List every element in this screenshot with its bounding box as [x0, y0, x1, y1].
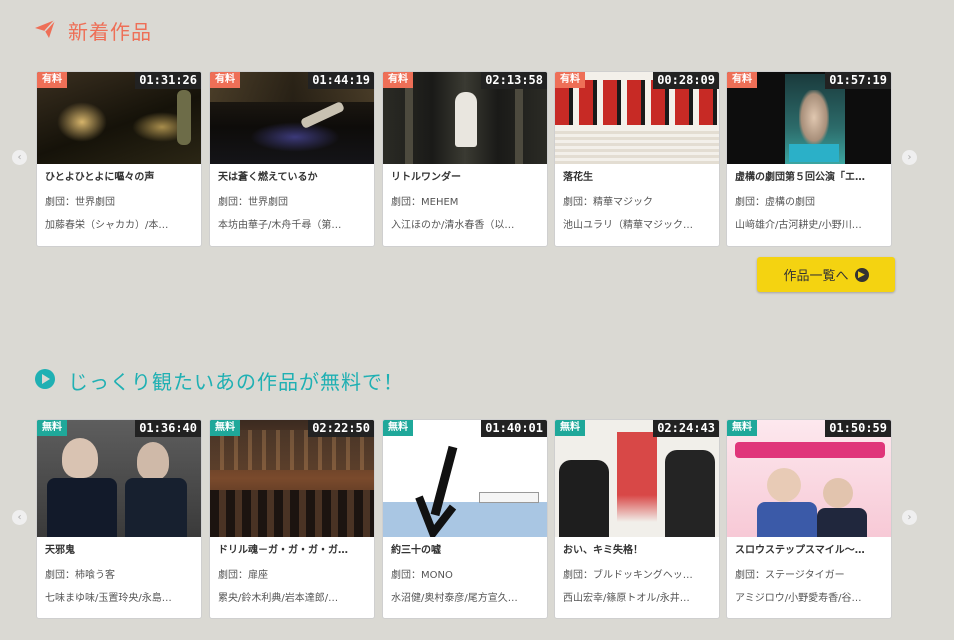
work-cast: 累央/鈴木利典/岩本達郎/… [218, 593, 339, 604]
work-title[interactable]: 虚構の劇団第５回公演「エ… [735, 170, 883, 186]
chevron-left-icon[interactable]: ‹ [12, 150, 27, 165]
work-cast: 西山宏幸/篠原トオル/永井… [563, 593, 690, 604]
section-header-free: じっくり観たいあの作品が無料で！ [34, 366, 404, 395]
duration-label: 01:40:01 [481, 420, 547, 437]
duration-label: 02:22:50 [308, 420, 374, 437]
price-badge: 無料 [210, 420, 240, 436]
work-cast: 本坊由華子/木舟千尋（第… [218, 220, 342, 231]
work-title[interactable]: リトルワンダー [391, 170, 539, 186]
duration-label: 01:36:40 [135, 420, 201, 437]
work-card[interactable]: 有料 01:44:19 天は蒼く燃えているか 劇団：世界劇団 本坊由華子/木舟千… [209, 71, 375, 247]
work-troupe: 劇団：世界劇団 [45, 197, 115, 208]
chevron-left-icon[interactable]: ‹ [12, 510, 27, 525]
price-badge: 有料 [37, 72, 67, 88]
work-troupe: 劇団：ステージタイガー [735, 570, 845, 581]
work-cast: 入江ほのか/清水春香（以… [391, 220, 515, 231]
work-thumbnail[interactable]: 有料 01:31:26 [37, 72, 201, 164]
duration-label: 01:50:59 [825, 420, 891, 437]
work-troupe: 劇団：柿喰う客 [45, 570, 115, 581]
work-title[interactable]: スロウステップスマイル～… [735, 543, 883, 559]
work-card[interactable]: 無料 01:36:40 天邪鬼 劇団：柿喰う客 七味まゆ味/玉置玲央/永島… [36, 419, 202, 619]
work-cast: 加藤春栄（シャカカ）/本… [45, 220, 169, 231]
price-badge: 有料 [727, 72, 757, 88]
work-cast: 池山ユラリ（精華マジック… [563, 220, 693, 231]
price-badge: 無料 [555, 420, 585, 436]
work-troupe: 劇団：精華マジック [563, 197, 653, 208]
work-card[interactable]: 有料 01:31:26 ひとよひとよに嘔々の声 劇団：世界劇団 加藤春栄（シャカ… [36, 71, 202, 247]
duration-label: 01:31:26 [135, 72, 201, 89]
work-title[interactable]: 約三十の嘘 [391, 543, 539, 559]
duration-label: 01:44:19 [308, 72, 374, 89]
work-cast: 山﨑雄介/古河耕史/小野川… [735, 220, 862, 231]
section-title-new: 新着作品 [68, 20, 152, 44]
chevron-right-icon[interactable]: › [902, 150, 917, 165]
work-troupe: 劇団：ブルドッキングヘッ… [563, 570, 693, 581]
section-title-free: じっくり観たいあの作品が無料で！ [68, 370, 404, 394]
work-title[interactable]: 落花生 [563, 170, 711, 186]
work-cast: 七味まゆ味/玉置玲央/永島… [45, 593, 172, 604]
work-cast: アミジロウ/小野愛寿香/谷… [735, 593, 862, 604]
work-troupe: 劇団：MEHEM [391, 197, 459, 208]
work-troupe: 劇団：虚構の劇団 [735, 197, 815, 208]
price-badge: 無料 [37, 420, 67, 436]
work-troupe: 劇団：MONO [391, 570, 453, 581]
paper-plane-icon [34, 18, 56, 43]
work-card[interactable]: 無料 01:40:01 約三十の嘘 劇団：MONO 水沼健/奥村泰彦/尾方宣久… [382, 419, 548, 619]
duration-label: 01:57:19 [825, 72, 891, 89]
duration-label: 02:13:58 [481, 72, 547, 89]
work-card[interactable]: 有料 00:28:09 落花生 劇団：精華マジック 池山ユラリ（精華マジック… [554, 71, 720, 247]
duration-label: 02:24:43 [653, 420, 719, 437]
price-badge: 有料 [383, 72, 413, 88]
work-card[interactable]: 無料 01:50:59 スロウステップスマイル～… 劇団：ステージタイガー アミ… [726, 419, 892, 619]
free-works-carousel: 無料 01:36:40 天邪鬼 劇団：柿喰う客 七味まゆ味/玉置玲央/永島… 無… [36, 419, 894, 619]
duration-label: 00:28:09 [653, 72, 719, 89]
work-thumbnail[interactable]: 有料 01:44:19 [210, 72, 374, 164]
work-list-label: 作品一覧へ [783, 269, 849, 284]
work-thumbnail[interactable]: 無料 02:22:50 [210, 420, 374, 537]
work-card[interactable]: 無料 02:24:43 おい、キミ失格！ 劇団：ブルドッキングヘッ… 西山宏幸/… [554, 419, 720, 619]
work-title[interactable]: ドリル魂－ガ・ガ・ガ・ガ… [218, 543, 366, 559]
work-thumbnail[interactable]: 有料 01:57:19 [727, 72, 891, 164]
work-thumbnail[interactable]: 無料 02:24:43 [555, 420, 719, 537]
price-badge: 有料 [210, 72, 240, 88]
chevron-right-icon[interactable]: › [902, 510, 917, 525]
work-troupe: 劇団：扉座 [218, 570, 268, 581]
work-cast: 水沼健/奥村泰彦/尾方宣久… [391, 593, 518, 604]
work-card[interactable]: 有料 01:57:19 虚構の劇団第５回公演「エ… 劇団：虚構の劇団 山﨑雄介/… [726, 71, 892, 247]
new-works-carousel: 有料 01:31:26 ひとよひとよに嘔々の声 劇団：世界劇団 加藤春栄（シャカ… [36, 71, 894, 247]
work-thumbnail[interactable]: 有料 00:28:09 [555, 72, 719, 164]
work-thumbnail[interactable]: 無料 01:40:01 [383, 420, 547, 537]
price-badge: 無料 [727, 420, 757, 436]
work-title[interactable]: 天邪鬼 [45, 543, 193, 559]
work-card[interactable]: 無料 02:22:50 ドリル魂－ガ・ガ・ガ・ガ… 劇団：扉座 累央/鈴木利典/… [209, 419, 375, 619]
work-thumbnail[interactable]: 有料 02:13:58 [383, 72, 547, 164]
price-badge: 有料 [555, 72, 585, 88]
work-troupe: 劇団：世界劇団 [218, 197, 288, 208]
work-card[interactable]: 有料 02:13:58 リトルワンダー 劇団：MEHEM 入江ほのか/清水春香（… [382, 71, 548, 247]
play-circle-icon [34, 368, 56, 394]
work-thumbnail[interactable]: 無料 01:36:40 [37, 420, 201, 537]
price-badge: 無料 [383, 420, 413, 436]
work-title[interactable]: おい、キミ失格！ [563, 543, 711, 559]
work-title[interactable]: ひとよひとよに嘔々の声 [45, 170, 193, 186]
arrow-right-circle-icon: ▶ [854, 267, 869, 282]
section-header-new: 新着作品 [34, 16, 152, 45]
work-title[interactable]: 天は蒼く燃えているか [218, 170, 366, 186]
work-thumbnail[interactable]: 無料 01:50:59 [727, 420, 891, 537]
work-list-button[interactable]: 作品一覧へ ▶ [757, 257, 895, 292]
